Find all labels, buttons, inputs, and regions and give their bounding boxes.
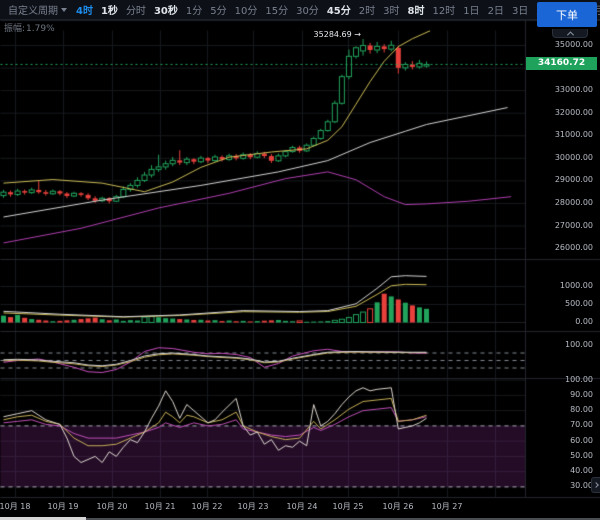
timeframe-item[interactable]: 10分 [231,2,262,17]
amplitude-indicator: 振幅:1.79% [4,21,55,34]
collapse-toolbar-tab[interactable] [552,29,588,38]
timeframe-item[interactable]: 1分 [182,2,206,17]
custom-period-label: 自定义周期 [8,2,58,17]
timeframe-item[interactable]: 2时 [355,2,379,17]
kline-chart-canvas[interactable] [0,20,600,520]
chevron-right-icon [593,482,599,488]
toolbar: 自定义周期 4时1秒分时30秒1分5分10分15分30分45分2时3时8时12时… [0,0,600,20]
panel-expand-tab[interactable] [591,477,600,493]
timeframe-item[interactable]: 1秒 [97,2,122,17]
timeframe-item[interactable]: 45分 [323,2,355,17]
timeframe-item[interactable]: 2日 [484,2,508,17]
chevron-down-icon [61,8,67,12]
timeframe-item[interactable]: 5分 [206,2,230,17]
session-high-label: 35284.69 → [314,30,361,39]
timeframe-item[interactable]: 4时 [72,2,97,17]
timeframe-item[interactable]: 1日 [459,2,483,17]
last-price-badge: 34160.72 [526,57,597,70]
timeframe-item[interactable]: 15分 [261,2,292,17]
trading-terminal: 自定义周期 4时1秒分时30秒1分5分10分15分30分45分2时3时8时12时… [0,0,600,520]
amplitude-value: 1.79% [26,24,55,34]
timeframe-item[interactable]: 30秒 [150,2,182,17]
chevron-up-icon [566,31,573,38]
timeframe-item[interactable]: 3时 [379,2,403,17]
timeframe-item[interactable]: 8时 [403,2,428,17]
timeframe-item[interactable]: 3日 [508,2,532,17]
amplitude-label: 振幅: [4,24,25,34]
timeframe-item[interactable]: 30分 [292,2,323,17]
custom-period-selector[interactable]: 自定义周期 [3,2,72,17]
timeframe-list: 4时1秒分时30秒1分5分10分15分30分45分2时3时8时12时1日2日3日… [72,2,600,17]
timeframe-item[interactable]: 分时 [122,2,150,17]
timeframe-item[interactable]: 12时 [428,2,459,17]
place-order-button[interactable]: 下单 [537,2,597,27]
